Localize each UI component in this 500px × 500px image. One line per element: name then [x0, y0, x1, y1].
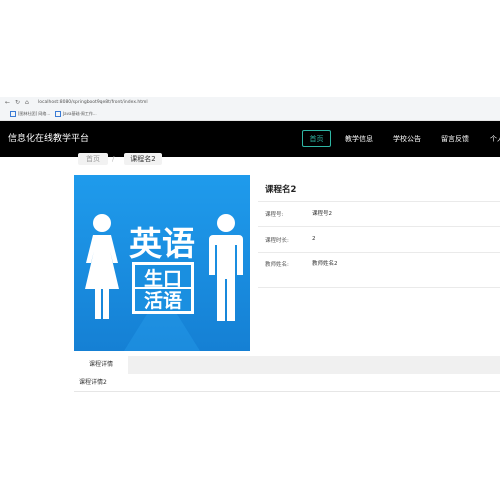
tab-label: 课程详情 [88, 361, 113, 368]
nav-item-announcements[interactable]: 学校公告 [393, 133, 421, 145]
course-title: 课程名2 [265, 185, 297, 195]
home-icon[interactable]: ⌂ [25, 99, 29, 107]
image-line-2: 活语 [144, 289, 182, 312]
nav-item-label: 首页 [309, 135, 324, 143]
site-header: 信息化在线教学平台 首页 教学信息 学校公告 留言反馈 个人 [0, 121, 500, 157]
bookmarks-bar: [图林社团] 网络... Java基础-周工作... [0, 109, 500, 119]
bookmark-label: Java基础-周工作... [63, 111, 97, 116]
course-illustration: 英语 生口 活语 [74, 175, 250, 351]
tab-course-details[interactable]: 课程详情 [74, 356, 128, 375]
site-title: 信息化在线教学平台 [8, 134, 90, 144]
course-image: 英语 生口 活语 [74, 175, 250, 351]
address-bar[interactable]: localhost:8080/springboot9qe8t/front/ind… [38, 99, 148, 107]
address-row: ← ↻ ⌂ localhost:8080/springboot9qe8t/fro… [0, 97, 500, 109]
course-details-text: 课程详情2 [79, 379, 107, 386]
breadcrumb-home[interactable]: 首页 [78, 153, 108, 165]
back-icon[interactable]: ← [5, 99, 10, 107]
info-value: 教师姓名2 [312, 261, 338, 267]
info-value: 2 [312, 236, 316, 242]
detail-tabs: 课程详情 [74, 356, 500, 375]
nav-item-profile[interactable]: 个人 [490, 133, 500, 145]
browser-chrome: ← ↻ ⌂ localhost:8080/springboot9qe8t/fro… [0, 97, 500, 121]
nav-item-home[interactable]: 首页 [302, 130, 331, 147]
info-label: 课程号: [265, 212, 284, 218]
info-label: 课程时长: [265, 238, 289, 244]
bookmark-item[interactable]: Java基础-周工作... [55, 110, 97, 118]
nav-item-feedback[interactable]: 留言反馈 [441, 133, 469, 145]
folder-icon [10, 111, 16, 117]
reload-icon[interactable]: ↻ [15, 99, 20, 107]
image-title-text: 英语 [129, 224, 195, 263]
breadcrumb-separator: / [112, 155, 115, 163]
bookmark-label: [图林社团] 网络... [18, 111, 51, 116]
tab-content: 课程详情2 [74, 374, 500, 392]
folder-icon [55, 111, 61, 117]
info-label: 教师姓名: [265, 262, 289, 268]
image-line-1: 生口 [144, 267, 182, 290]
breadcrumb-current: 课程名2 [124, 153, 162, 165]
info-row-teacher: 教师姓名: 教师姓名2 [258, 252, 500, 288]
info-value: 课程号2 [312, 211, 332, 217]
breadcrumb: 首页 / 课程名2 [78, 153, 168, 165]
bookmark-item[interactable]: [图林社团] 网络... [10, 110, 50, 118]
nav-item-teaching-info[interactable]: 教学信息 [345, 133, 373, 145]
